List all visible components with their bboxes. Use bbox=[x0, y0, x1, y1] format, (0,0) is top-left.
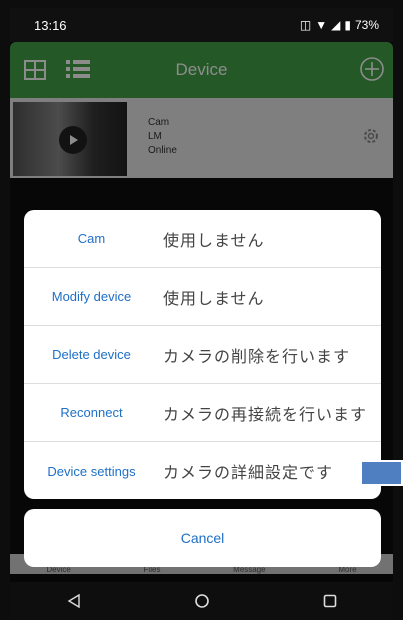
signal-icon: ◢ bbox=[331, 18, 341, 32]
system-nav-bar bbox=[10, 582, 393, 620]
action-cam[interactable]: Cam 使用しません bbox=[24, 210, 381, 268]
battery-level: 73% bbox=[354, 18, 379, 32]
wifi-icon: ▼ bbox=[315, 18, 328, 32]
battery-icon: ▮ bbox=[344, 18, 351, 32]
status-icons: ◫ ▼ ◢ ▮ 73% bbox=[300, 18, 379, 32]
clock: 13:16 bbox=[34, 17, 67, 33]
vibrate-icon: ◫ bbox=[299, 18, 312, 32]
action-device-settings[interactable]: Device settings カメラの詳細設定です bbox=[24, 442, 381, 499]
app-screen: Device Cam LM Online Device Files Messag… bbox=[10, 42, 393, 620]
action-label: Device settings bbox=[47, 463, 136, 479]
action-delete-device[interactable]: Delete device カメラの削除を行います bbox=[24, 326, 381, 384]
status-bar: 13:16 ◫ ▼ ◢ ▮ 73% bbox=[10, 8, 393, 42]
action-note: カメラの削除を行います bbox=[163, 346, 351, 366]
back-icon[interactable] bbox=[67, 594, 81, 608]
action-note: 使用しません bbox=[163, 288, 265, 308]
action-sheet: Cam 使用しません Modify device 使用しません Delete d… bbox=[24, 210, 381, 499]
home-icon[interactable] bbox=[194, 593, 210, 609]
action-note: カメラの再接続を行います bbox=[163, 404, 368, 424]
action-label: Delete device bbox=[52, 347, 131, 362]
action-modify-device[interactable]: Modify device 使用しません bbox=[24, 268, 381, 326]
cancel-button[interactable]: Cancel bbox=[24, 509, 381, 567]
action-label: Reconnect bbox=[60, 405, 123, 420]
recents-icon[interactable] bbox=[323, 594, 337, 608]
highlight-marker bbox=[360, 460, 403, 486]
action-reconnect[interactable]: Reconnect カメラの再接続を行います bbox=[24, 384, 381, 442]
action-note: カメラの詳細設定です bbox=[163, 463, 334, 482]
action-note: 使用しません bbox=[163, 230, 265, 250]
action-label: Modify device bbox=[51, 289, 132, 304]
action-label: Cam bbox=[77, 231, 106, 246]
